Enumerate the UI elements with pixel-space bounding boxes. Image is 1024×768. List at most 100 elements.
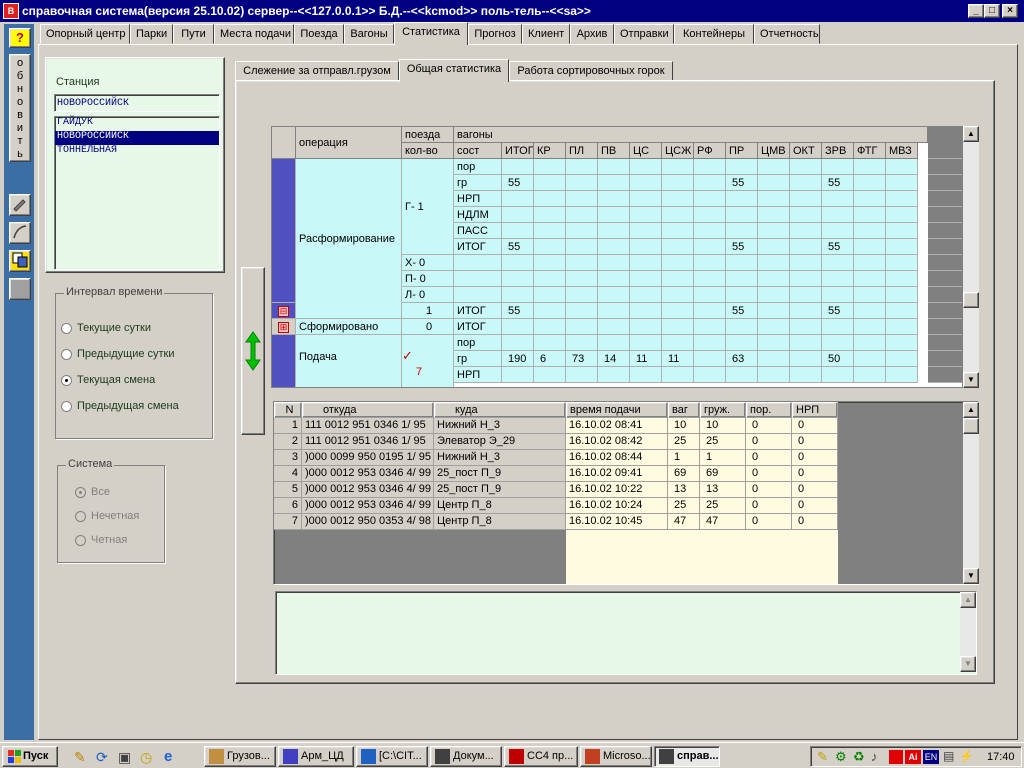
app-icon[interactable]: В (3, 3, 19, 19)
tab-7[interactable]: Прогноз (468, 24, 522, 44)
detail-grid[interactable]: Nоткуда куда время подачи ваг груж. пор. НРП 1 1… (273, 401, 979, 585)
detail-cell[interactable]: 25 (668, 434, 700, 450)
taskbar-button[interactable]: Грузов... (204, 746, 276, 767)
detail-cell[interactable]: 13 (668, 482, 700, 498)
detail-cell[interactable]: 111 0012 951 0346 1/ 95 (302, 434, 434, 450)
refresh-button[interactable]: обновить (9, 54, 31, 162)
tab-4[interactable]: Поезда (294, 24, 344, 44)
station-option[interactable]: ГАЙДУК (55, 117, 219, 131)
interval-radio[interactable] (61, 375, 72, 386)
detail-scrollbar[interactable]: ▲ ▼ (963, 402, 979, 584)
memo-scrollbar[interactable]: ▲ ▼ (960, 592, 976, 672)
detail-cell[interactable]: 0 (746, 482, 792, 498)
detail-cell[interactable]: Центр П_8 (434, 514, 566, 530)
detail-cell[interactable]: 0 (792, 466, 838, 482)
scroll-down-icon[interactable]: ▼ (963, 372, 979, 388)
detail-cell[interactable]: 7 (274, 514, 302, 530)
detail-cell[interactable]: 1 (700, 450, 746, 466)
clock[interactable]: 17:40 (987, 751, 1015, 763)
detail-cell[interactable]: 69 (668, 466, 700, 482)
detail-cell[interactable]: )000 0099 950 0195 1/ 95 (302, 450, 434, 466)
detail-cell[interactable]: )000 0012 953 0346 4/ 99 (302, 498, 434, 514)
detail-cell[interactable]: 25 (700, 434, 746, 450)
tray-ati-icon[interactable]: Ai (905, 750, 921, 764)
detail-cell[interactable]: 16.10.02 10:24 (566, 498, 668, 514)
system-radio[interactable] (75, 535, 86, 546)
detail-cell[interactable]: 0 (746, 466, 792, 482)
detail-cell[interactable]: 0 (792, 418, 838, 434)
tab-10[interactable]: Отправки (614, 24, 674, 44)
scroll-down-icon[interactable]: ▼ (960, 656, 976, 672)
scroll-up-icon[interactable]: ▲ (960, 592, 976, 608)
detail-cell[interactable]: 25 (668, 498, 700, 514)
detail-header[interactable]: пор. (746, 402, 792, 418)
ie-launch-icon[interactable]: e (164, 748, 172, 765)
tab-5[interactable]: Вагоны (344, 24, 394, 44)
detail-header[interactable]: груж. (700, 402, 746, 418)
detail-cell[interactable]: 6 (274, 498, 302, 514)
blank-tool-button[interactable] (9, 278, 31, 300)
detail-cell[interactable]: Нижний Н_3 (434, 418, 566, 434)
station-input[interactable]: НОВОРОССИЙСК (54, 94, 220, 112)
tab-6[interactable]: Статистика (394, 22, 468, 45)
taskbar-button[interactable]: Microso... (580, 746, 652, 767)
subtab-1[interactable]: Общая статистика (399, 59, 509, 82)
tray-network-icon[interactable]: ⚙ (835, 749, 847, 765)
language-indicator[interactable]: EN (923, 750, 939, 764)
detail-cell[interactable]: 69 (700, 466, 746, 482)
detail-cell[interactable]: 2 (274, 434, 302, 450)
detail-cell[interactable]: 25 (700, 498, 746, 514)
desktop-launch-icon[interactable]: ▣ (118, 749, 131, 766)
detail-cell[interactable]: 47 (668, 514, 700, 530)
detail-cell[interactable]: 4 (274, 466, 302, 482)
start-button[interactable]: Пуск (2, 746, 58, 767)
detail-cell[interactable]: 0 (746, 514, 792, 530)
detail-header[interactable]: время подачи (566, 402, 668, 418)
notes-memo[interactable]: ▲ ▼ (275, 591, 977, 675)
scroll-up-icon[interactable]: ▲ (963, 126, 979, 142)
interval-radio[interactable] (61, 323, 72, 334)
detail-cell[interactable]: 10 (700, 418, 746, 434)
detail-header[interactable]: ваг (668, 402, 700, 418)
maximize-button[interactable]: □ (984, 4, 1000, 18)
help-button[interactable]: ? (9, 28, 31, 48)
detail-cell[interactable]: 16.10.02 08:41 (566, 418, 668, 434)
subtab-0[interactable]: Слежение за отправл.грузом (235, 61, 399, 81)
detail-cell[interactable]: 16.10.02 08:42 (566, 434, 668, 450)
detail-cell[interactable]: 16.10.02 09:41 (566, 466, 668, 482)
detail-header[interactable]: N (274, 402, 302, 418)
detail-cell[interactable]: 5 (274, 482, 302, 498)
pencil-launch-icon[interactable]: ✎ (74, 749, 86, 766)
subtab-2[interactable]: Работа сортировочных горок (509, 61, 673, 81)
detail-cell[interactable]: 0 (792, 482, 838, 498)
detail-cell[interactable]: 13 (700, 482, 746, 498)
detail-cell[interactable]: )000 0012 950 0353 4/ 98 (302, 514, 434, 530)
detail-header[interactable]: куда (434, 402, 566, 418)
tray-pen-icon[interactable]: ✎ (817, 749, 828, 765)
detail-cell[interactable]: 0 (746, 498, 792, 514)
close-button[interactable]: × (1002, 4, 1018, 18)
system-radio[interactable] (75, 487, 86, 498)
detail-cell[interactable]: 0 (746, 450, 792, 466)
interval-radio[interactable] (61, 401, 72, 412)
detail-cell[interactable]: 0 (792, 450, 838, 466)
tray-device-icon[interactable]: ▤ (943, 749, 954, 763)
detail-header[interactable]: НРП (792, 402, 838, 418)
taskbar-button[interactable]: [C:\CIT... (356, 746, 428, 767)
tray-monitor-icon[interactable]: ♻ (853, 749, 865, 765)
detail-cell[interactable]: )000 0012 953 0346 4/ 99 (302, 482, 434, 498)
detail-cell[interactable]: 0 (792, 434, 838, 450)
detail-cell[interactable]: Нижний Н_3 (434, 450, 566, 466)
detail-cell[interactable]: 10 (668, 418, 700, 434)
detail-cell[interactable]: 16.10.02 08:44 (566, 450, 668, 466)
tab-12[interactable]: Отчетность (754, 24, 820, 44)
tray-antivirus-icon[interactable] (889, 750, 903, 764)
detail-cell[interactable]: 1 (274, 418, 302, 434)
scroll-up-icon[interactable]: ▲ (963, 402, 979, 418)
toggle-split-button[interactable] (241, 267, 265, 435)
volume-icon[interactable]: ♪ (871, 749, 878, 764)
detail-cell[interactable]: 16.10.02 10:45 (566, 514, 668, 530)
detail-cell[interactable]: 0 (792, 498, 838, 514)
station-option[interactable]: ТОННЕЛЬНАЯ (55, 145, 219, 159)
detail-cell[interactable]: 16.10.02 10:22 (566, 482, 668, 498)
